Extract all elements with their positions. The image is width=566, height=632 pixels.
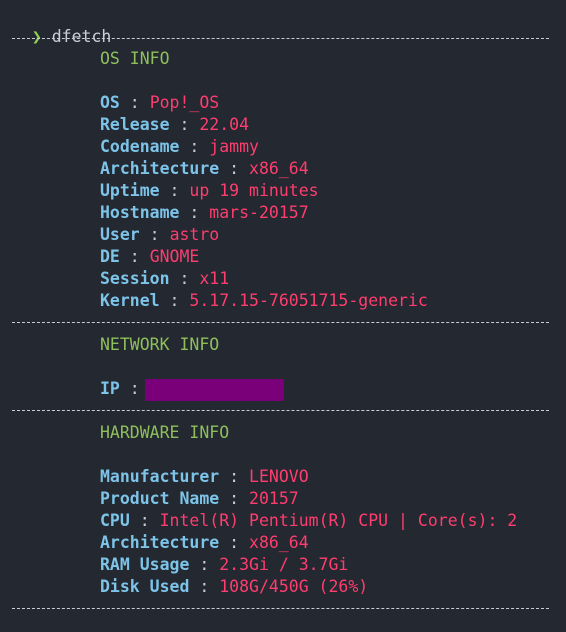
row-key: User xyxy=(100,225,140,244)
os-row: Codename : jammy xyxy=(100,136,259,158)
hardware-row: CPU : Intel(R) Pentium(R) CPU | Core(s):… xyxy=(100,510,517,532)
row-value: 2.3Gi / 3.7Gi xyxy=(219,555,349,574)
row-separator: : xyxy=(219,159,250,178)
hardware-row: Architecture : x86_64 xyxy=(100,532,309,554)
os-row: Release : 22.04 xyxy=(100,114,249,136)
os-row: User : astro xyxy=(100,224,219,246)
row-key: Architecture xyxy=(100,533,220,552)
row-key: OS xyxy=(100,93,120,112)
row-value: LENOVO xyxy=(249,467,309,486)
row-value: astro xyxy=(169,225,220,244)
row-value: x86_64 xyxy=(249,533,309,552)
separator-rule xyxy=(12,608,549,609)
row-key: Session xyxy=(100,269,170,288)
hardware-row: RAM Usage : 2.3Gi / 3.7Gi xyxy=(100,554,348,576)
row-separator: : xyxy=(159,181,190,200)
row-key: Codename xyxy=(100,137,180,156)
os-row: Session : x11 xyxy=(100,268,229,290)
separator-rule xyxy=(12,38,549,39)
section-title-hardware: HARDWARE INFO xyxy=(100,423,230,442)
row-value: mars-20157 xyxy=(209,203,309,222)
row-key: Disk Used xyxy=(100,577,190,596)
separator-rule xyxy=(12,322,549,323)
row-value: Pop!_OS xyxy=(149,93,220,112)
ip-redaction-block xyxy=(145,379,284,401)
row-separator: : xyxy=(169,269,200,288)
row-value: Intel(R) Pentium(R) CPU | Core(s): 2 xyxy=(159,511,518,530)
row-key: CPU xyxy=(100,511,130,530)
row-key: RAM Usage xyxy=(100,555,190,574)
row-separator: : xyxy=(159,291,190,310)
row-separator: : xyxy=(219,489,250,508)
row-separator: : xyxy=(169,115,200,134)
row-separator: : xyxy=(119,247,150,266)
row-value: jammy xyxy=(209,137,259,156)
hardware-row: Product Name : 20157 xyxy=(100,488,299,510)
row-value: 22.04 xyxy=(199,115,250,134)
row-separator: : xyxy=(119,93,150,112)
network-row: IP : xyxy=(100,378,150,400)
row-key: DE xyxy=(100,247,120,266)
row-separator: : xyxy=(129,511,160,530)
row-value: x86_64 xyxy=(249,159,309,178)
row-key: Architecture xyxy=(100,159,220,178)
row-key: IP xyxy=(100,379,120,398)
row-separator: : xyxy=(139,225,170,244)
row-separator: : xyxy=(179,137,210,156)
row-key: Product Name xyxy=(100,489,220,508)
row-separator: : xyxy=(179,203,210,222)
os-row: Hostname : mars-20157 xyxy=(100,202,309,224)
prompt-line: ❯ dfetch xyxy=(12,4,111,46)
row-separator: : xyxy=(219,533,250,552)
section-title-os: OS INFO xyxy=(100,49,170,68)
os-row: Architecture : x86_64 xyxy=(100,158,309,180)
os-row: DE : GNOME xyxy=(100,246,199,268)
section-title-network: NETWORK INFO xyxy=(100,335,220,354)
row-separator: : xyxy=(189,555,220,574)
hardware-row: Disk Used : 108G/450G (26%) xyxy=(100,576,368,598)
os-row: Kernel : 5.17.15-76051715-generic xyxy=(100,290,428,312)
row-value: 5.17.15-76051715-generic xyxy=(189,291,428,310)
row-key: Release xyxy=(100,115,170,134)
prompt-command: dfetch xyxy=(51,27,112,46)
row-value: GNOME xyxy=(149,247,200,266)
row-value: 20157 xyxy=(249,489,299,508)
os-row: Uptime : up 19 minutes xyxy=(100,180,319,202)
row-key: Hostname xyxy=(100,203,180,222)
row-key: Manufacturer xyxy=(100,467,220,486)
row-value: up 19 minutes xyxy=(189,181,319,200)
hardware-row: Manufacturer : LENOVO xyxy=(100,466,309,488)
os-row: OS : Pop!_OS xyxy=(100,92,219,114)
row-key: Kernel xyxy=(100,291,160,310)
row-key: Uptime xyxy=(100,181,160,200)
row-value: x11 xyxy=(199,269,230,288)
row-value: 108G/450G (26%) xyxy=(219,577,369,596)
separator-rule xyxy=(12,410,549,411)
prompt-chevron-icon: ❯ xyxy=(31,27,42,46)
row-separator: : xyxy=(219,467,250,486)
row-separator: : xyxy=(189,577,220,596)
